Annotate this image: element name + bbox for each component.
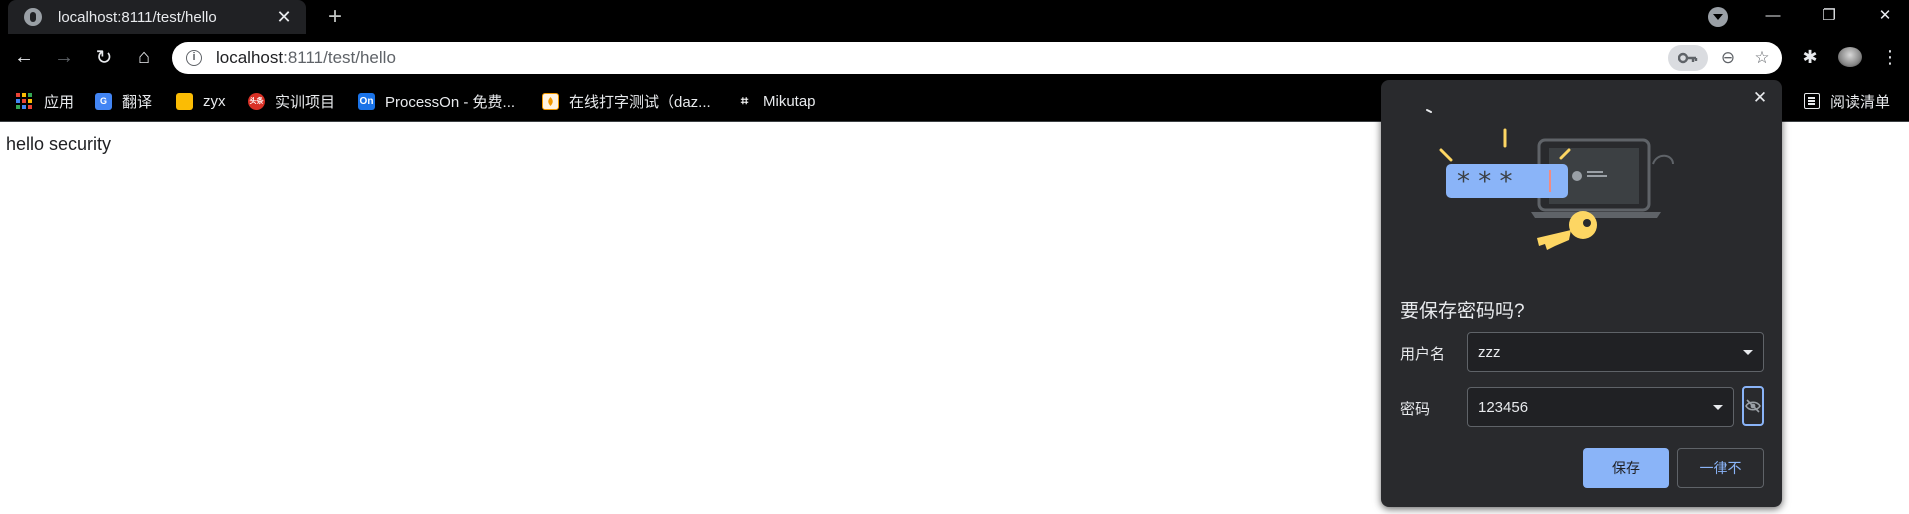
minimize-button[interactable]: — xyxy=(1750,0,1796,30)
extensions-icon[interactable]: ✱ xyxy=(1796,43,1824,71)
bookmark-translate[interactable]: G 翻译 xyxy=(95,80,152,122)
page-body-text: hello security xyxy=(6,134,112,154)
bookmark-label: Mikutap xyxy=(763,92,816,110)
bookmark-mikutap[interactable]: ⌗ Mikutap xyxy=(736,80,816,122)
reading-list-icon xyxy=(1804,93,1820,109)
back-button[interactable]: ← xyxy=(10,43,38,71)
headline-icon: 头条 xyxy=(248,92,265,110)
reload-button[interactable]: ↻ xyxy=(90,43,118,71)
apps-grid-icon xyxy=(16,93,32,109)
globe-icon xyxy=(24,8,42,26)
bookmark-zyx[interactable]: zyx xyxy=(176,80,226,122)
svg-text:* * *: * * * xyxy=(1457,167,1513,197)
reading-list-button[interactable]: 阅读清单 xyxy=(1804,80,1890,122)
translate-icon: G xyxy=(95,92,112,110)
never-button[interactable]: 一律不 xyxy=(1677,448,1764,488)
save-password-dialog: ✕ * * * 要保存密码吗? 用户名 zzz 密码 123456 保存 一律不 xyxy=(1381,80,1782,507)
bookmark-shixun[interactable]: 头条 实训项目 xyxy=(248,80,335,122)
bookmark-apps[interactable]: 应用 xyxy=(16,80,74,122)
toggle-password-visibility-button[interactable] xyxy=(1742,386,1764,426)
eye-off-icon xyxy=(1745,399,1761,413)
address-bar[interactable]: i localhost:8111/test/hello ⊖ ☆ xyxy=(172,42,1782,74)
username-field[interactable]: zzz xyxy=(1467,332,1764,372)
typing-icon xyxy=(542,92,559,110)
username-value: zzz xyxy=(1478,343,1501,361)
password-label: 密码 xyxy=(1400,401,1431,418)
tab-strip: localhost:8111/test/hello ✕ + — ❐ ✕ xyxy=(0,0,1909,34)
save-button[interactable]: 保存 xyxy=(1583,448,1669,488)
forward-button[interactable]: → xyxy=(50,43,78,71)
chevron-down-icon[interactable] xyxy=(1743,349,1753,355)
mikutap-icon: ⌗ xyxy=(740,93,749,108)
password-illustration: * * * xyxy=(1426,109,1674,250)
bookmark-processon[interactable]: On ProcessOn - 免费... xyxy=(358,80,515,122)
profile-avatar[interactable] xyxy=(1838,47,1862,67)
reading-list-label: 阅读清单 xyxy=(1830,93,1891,111)
dialog-title: 要保存密码吗? xyxy=(1400,301,1525,322)
folder-icon xyxy=(176,92,193,110)
processon-icon: On xyxy=(358,92,375,110)
close-window-button[interactable]: ✕ xyxy=(1862,0,1908,30)
bookmark-label: 实训项目 xyxy=(275,93,336,111)
zoom-icon[interactable]: ⊖ xyxy=(1714,44,1742,72)
url-path: :8111/test/hello xyxy=(283,48,396,67)
home-button[interactable]: ⌂ xyxy=(130,43,158,71)
tab-search-icon[interactable] xyxy=(1708,7,1728,27)
restore-button[interactable]: ❐ xyxy=(1806,0,1852,30)
site-info-icon[interactable]: i xyxy=(186,50,202,66)
menu-icon[interactable]: ⋮ xyxy=(1876,43,1904,71)
url-text[interactable]: localhost:8111/test/hello xyxy=(216,48,1668,68)
bookmark-typing-test[interactable]: 在线打字测试（daz... xyxy=(542,80,711,122)
bookmark-label: 在线打字测试（daz... xyxy=(569,93,711,111)
tab-close-icon[interactable]: ✕ xyxy=(274,7,294,27)
bookmark-label: ProcessOn - 免费... xyxy=(385,93,516,111)
password-value: 123456 xyxy=(1478,398,1529,416)
bookmark-label: 应用 xyxy=(44,93,75,111)
tab-title: localhost:8111/test/hello xyxy=(58,8,217,26)
bookmark-label: zyx xyxy=(203,92,226,110)
password-field[interactable]: 123456 xyxy=(1467,387,1734,427)
chevron-down-icon[interactable] xyxy=(1713,404,1723,410)
close-icon[interactable]: ✕ xyxy=(1750,88,1770,108)
new-tab-button[interactable]: + xyxy=(322,4,348,30)
username-label: 用户名 xyxy=(1400,346,1446,363)
bookmark-label: 翻译 xyxy=(122,93,153,111)
url-host: localhost xyxy=(216,48,284,67)
browser-toolbar: ← → ↻ ⌂ i localhost:8111/test/hello ⊖ ☆ … xyxy=(0,34,1909,80)
password-key-icon[interactable] xyxy=(1668,45,1708,71)
browser-tab[interactable]: localhost:8111/test/hello ✕ xyxy=(8,0,306,34)
bookmark-star-icon[interactable]: ☆ xyxy=(1748,44,1776,72)
